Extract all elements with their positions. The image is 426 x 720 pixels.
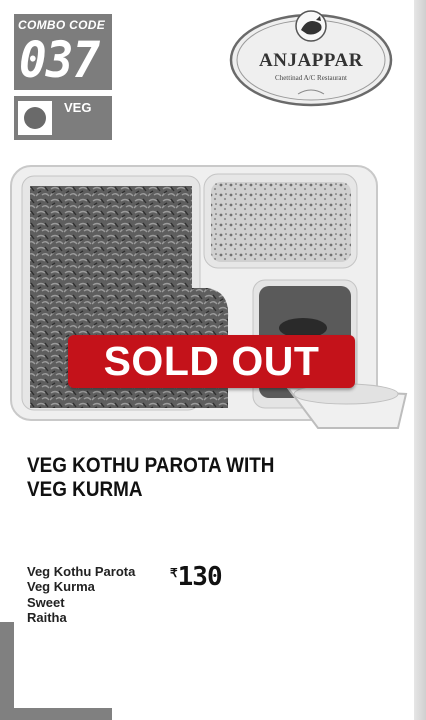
product-photo — [10, 165, 408, 429]
list-item: Veg Kothu Parota — [27, 564, 136, 579]
veg-symbol-icon — [18, 101, 52, 135]
product-title-line1: VEG KOTHU PAROTA WITH — [27, 454, 275, 477]
combo-code-label: COMBO CODE — [18, 18, 105, 32]
combo-code-box: COMBO CODE 037 — [14, 14, 112, 90]
decorative-bar-vertical — [0, 622, 14, 720]
decorative-bar-horizontal — [0, 708, 112, 720]
right-edge-strip — [414, 0, 426, 720]
price-amount: 130 — [177, 562, 223, 592]
brand-tagline: Chettinad A/C Restaurant — [275, 74, 347, 82]
price: ₹130 — [170, 562, 223, 592]
veg-dot-icon — [24, 107, 46, 129]
combo-items-list: Veg Kothu Parota Veg Kurma Sweet Raitha — [27, 564, 135, 625]
veg-indicator-box: VEG — [14, 96, 112, 140]
sold-out-badge: SOLD OUT — [68, 335, 355, 388]
list-item: Raitha — [27, 609, 67, 625]
product-title-line2: VEG KURMA — [27, 478, 143, 501]
brand-name: ANJAPPAR — [259, 50, 363, 71]
combo-code-number: 037 — [19, 31, 100, 89]
product-title: VEG KOTHU PAROTA WITH VEG KURMA — [27, 454, 297, 502]
veg-label: VEG — [64, 100, 92, 115]
restaurant-logo: ANJAPPAR Chettinad A/C Restaurant — [229, 10, 393, 107]
list-item: Sweet — [27, 594, 65, 610]
list-item: Veg Kurma — [27, 579, 95, 595]
rupee-icon: ₹ — [170, 566, 178, 580]
